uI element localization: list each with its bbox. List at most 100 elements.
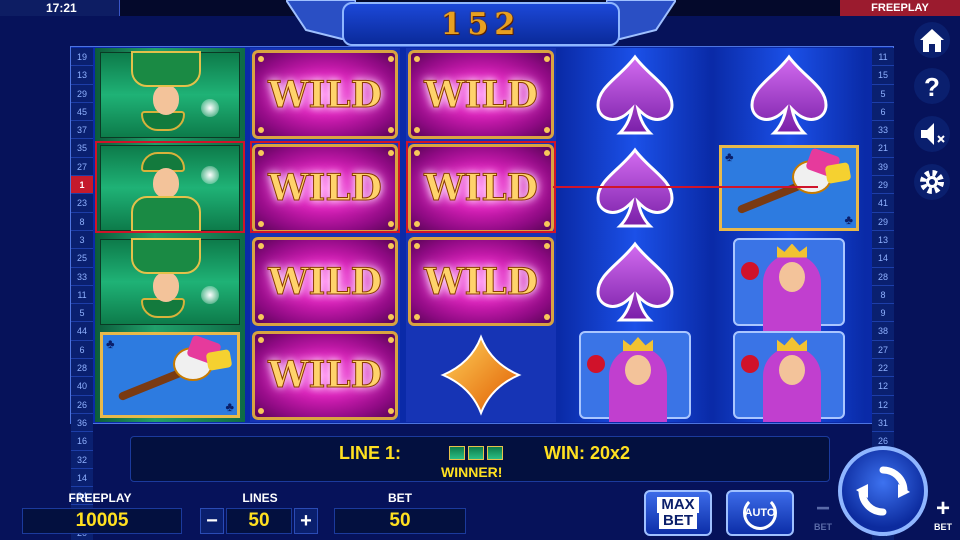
home-button[interactable] bbox=[914, 22, 950, 58]
wild-symbol: WILD bbox=[406, 48, 556, 141]
wild-tile: WILD bbox=[408, 237, 554, 326]
payline-number: 14 bbox=[71, 468, 93, 488]
spade-symbol bbox=[714, 48, 864, 141]
payline-number: 33 bbox=[872, 121, 894, 140]
jack-card bbox=[100, 145, 240, 232]
jack-face bbox=[153, 84, 179, 115]
bet-decrease-button[interactable]: − BET bbox=[810, 496, 836, 533]
bet-increase-button[interactable]: + BET bbox=[930, 495, 956, 533]
wild-symbol: WILD bbox=[406, 235, 556, 328]
line-label: LINE 1: bbox=[339, 443, 402, 463]
spade-symbol bbox=[560, 142, 710, 235]
wild-label: WILD bbox=[424, 167, 539, 210]
autoplay-button[interactable]: AUTO bbox=[726, 490, 794, 536]
payline-number: 22 bbox=[872, 359, 894, 378]
club-suit-icon: ♣ bbox=[225, 399, 234, 414]
help-button[interactable]: ? bbox=[914, 68, 950, 104]
spin-button[interactable] bbox=[838, 446, 928, 536]
spin-icon bbox=[856, 466, 910, 516]
winning-payline bbox=[553, 186, 818, 188]
wild-label: WILD bbox=[424, 260, 539, 303]
jack-face bbox=[153, 168, 179, 198]
lines-increase-button[interactable]: + bbox=[294, 508, 318, 534]
payline-number: 9 bbox=[872, 304, 894, 323]
bet-label: BET bbox=[388, 491, 412, 505]
autoplay-icon: AUTO bbox=[743, 496, 777, 530]
queen-symbol bbox=[560, 329, 710, 422]
reel-5: ♣ ♣ bbox=[714, 48, 864, 422]
settings-button[interactable] bbox=[914, 164, 950, 200]
win-amount: WIN: 20x2 bbox=[544, 443, 631, 463]
queen-symbol bbox=[714, 235, 864, 334]
club-suit-icon: ♣ bbox=[106, 336, 115, 351]
payline-number: 11 bbox=[872, 48, 894, 67]
spade-icon bbox=[596, 241, 674, 321]
wild-tile: WILD bbox=[252, 237, 398, 326]
wild-tile: WILD bbox=[408, 50, 554, 139]
jack-symbol-mini bbox=[468, 446, 484, 460]
payline-number: 5 bbox=[71, 304, 93, 323]
payline-number: 35 bbox=[71, 139, 93, 158]
payline-number: 6 bbox=[872, 102, 894, 122]
jack-body bbox=[131, 196, 201, 232]
queen-crown bbox=[777, 337, 807, 351]
payline-number: 44 bbox=[71, 322, 93, 341]
queen-symbol bbox=[714, 329, 864, 422]
spade-icon bbox=[596, 54, 674, 134]
diamond-symbol bbox=[406, 329, 556, 422]
payline-number: 31 bbox=[872, 413, 894, 433]
payline-number: 39 bbox=[872, 157, 894, 177]
jack-symbol bbox=[95, 142, 245, 235]
plus-icon: + bbox=[935, 495, 950, 522]
rose-icon bbox=[741, 355, 759, 373]
payline-number: 23 bbox=[71, 194, 93, 213]
payline-number: 3 bbox=[71, 230, 93, 250]
wild-symbol: WILD bbox=[250, 48, 400, 141]
payline-number: 28 bbox=[872, 267, 894, 286]
payline-number: 27 bbox=[872, 340, 894, 360]
jack-card bbox=[100, 237, 240, 325]
jack-body bbox=[131, 237, 201, 274]
reel-4 bbox=[560, 48, 710, 422]
jester-hat bbox=[824, 162, 852, 184]
payline-number: 8 bbox=[71, 212, 93, 231]
win-counter: 152 bbox=[342, 2, 620, 46]
lines-value: 50 bbox=[226, 508, 292, 534]
max-bet-label-2: BET bbox=[659, 513, 697, 529]
payline-number: 41 bbox=[872, 194, 894, 213]
jack-sparkle bbox=[201, 166, 219, 184]
queen-crown bbox=[623, 337, 653, 351]
payline-number: 29 bbox=[71, 84, 93, 103]
wild-label: WILD bbox=[268, 167, 383, 210]
wild-label: WILD bbox=[424, 73, 539, 116]
payline-number: 28 bbox=[71, 359, 93, 378]
bet-increase-label: BET bbox=[934, 522, 952, 532]
wild-symbol: WILD bbox=[250, 142, 400, 235]
bet-value: 50 bbox=[334, 508, 466, 534]
payline-number: 29 bbox=[872, 212, 894, 231]
wild-label: WILD bbox=[268, 260, 383, 303]
wild-tile: WILD bbox=[252, 143, 398, 233]
jack-symbol-mini bbox=[487, 446, 503, 460]
payline-number: 6 bbox=[71, 340, 93, 360]
jester-card: ♣ ♣ bbox=[719, 145, 859, 231]
payline-number: 37 bbox=[71, 121, 93, 140]
home-icon bbox=[920, 29, 944, 52]
bet-decrease-label: BET bbox=[814, 522, 832, 532]
max-bet-button[interactable]: MAX BET bbox=[644, 490, 712, 536]
club-suit-icon: ♣ bbox=[725, 149, 734, 164]
wild-symbol: WILD bbox=[406, 142, 556, 235]
payline-number: 16 bbox=[71, 432, 93, 451]
queen-card bbox=[733, 237, 845, 334]
jack-face bbox=[153, 271, 179, 302]
wild-label: WILD bbox=[268, 73, 383, 116]
sound-toggle-button[interactable] bbox=[914, 116, 950, 152]
payline-number: 1 bbox=[71, 176, 93, 195]
wild-tile: WILD bbox=[408, 143, 554, 233]
clock: 17:21 bbox=[0, 0, 120, 16]
jester-card: ♣ ♣ bbox=[100, 332, 240, 418]
wild-label: WILD bbox=[268, 354, 383, 397]
payline-number: 45 bbox=[71, 102, 93, 122]
reel-1: ♣ ♣ bbox=[95, 48, 245, 422]
lines-decrease-button[interactable]: − bbox=[200, 508, 224, 534]
